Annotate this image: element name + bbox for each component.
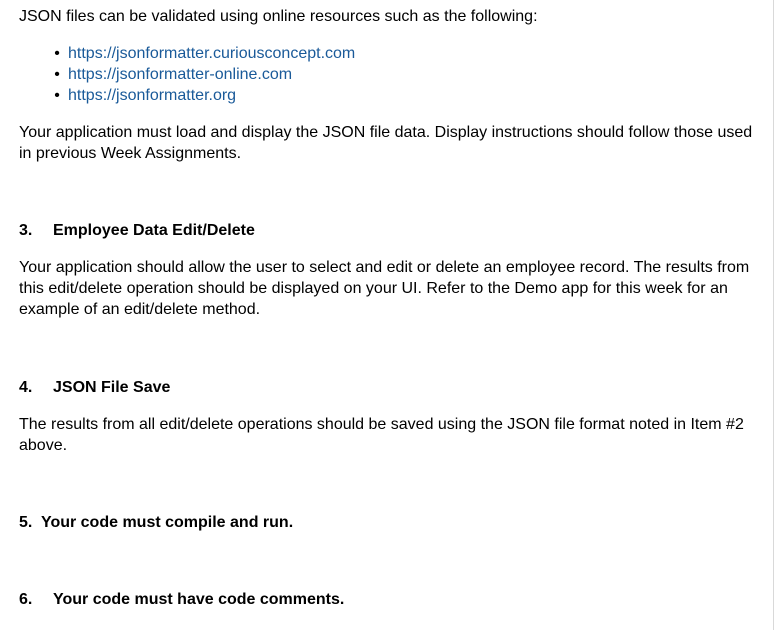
- section-5-number: 5.: [19, 514, 33, 531]
- section-4-number: 4.: [19, 379, 33, 396]
- link-curiousconcept[interactable]: https://jsonformatter.curiousconcept.com: [68, 45, 355, 62]
- section-4-title: JSON File Save: [53, 379, 171, 396]
- bullet-icon: •: [54, 87, 60, 104]
- list-item: • https://jsonformatter.org: [51, 85, 764, 106]
- bullet-icon: •: [54, 45, 60, 62]
- section-5-title: Your code must compile and run.: [40, 514, 294, 531]
- section-4-heading: 4. JSON File Save: [19, 377, 764, 398]
- section-4-body: The results from all edit/delete operati…: [19, 416, 744, 454]
- link-jsonformatter-online[interactable]: https://jsonformatter-online.com: [68, 66, 292, 83]
- list-item: • https://jsonformatter-online.com: [51, 64, 764, 85]
- list-item: • https://jsonformatter.curiousconcept.c…: [51, 43, 764, 64]
- bullet-icon: •: [54, 66, 60, 83]
- link-jsonformatter-org[interactable]: https://jsonformatter.org: [68, 87, 236, 104]
- document-page: JSON files can be validated using online…: [0, 0, 774, 630]
- display-instructions-text: Your application must load and display t…: [19, 124, 753, 162]
- intro-text: JSON files can be validated using online…: [19, 8, 538, 25]
- section-6-title: Your code must have code comments.: [53, 591, 345, 608]
- section-3-heading: 3. Employee Data Edit/Delete: [19, 220, 764, 241]
- section-3-body: Your application should allow the user t…: [19, 259, 750, 318]
- document-content: JSON files can be validated using online…: [19, 6, 764, 610]
- section-6-number: 6.: [19, 591, 33, 608]
- section-3-title: Employee Data Edit/Delete: [53, 222, 255, 239]
- section-6-heading: 6. Your code must have code comments.: [19, 589, 764, 610]
- validator-link-list: • https://jsonformatter.curiousconcept.c…: [19, 43, 764, 106]
- section-3-number: 3.: [19, 222, 33, 239]
- section-5-heading: 5. Your code must compile and run.: [19, 512, 764, 533]
